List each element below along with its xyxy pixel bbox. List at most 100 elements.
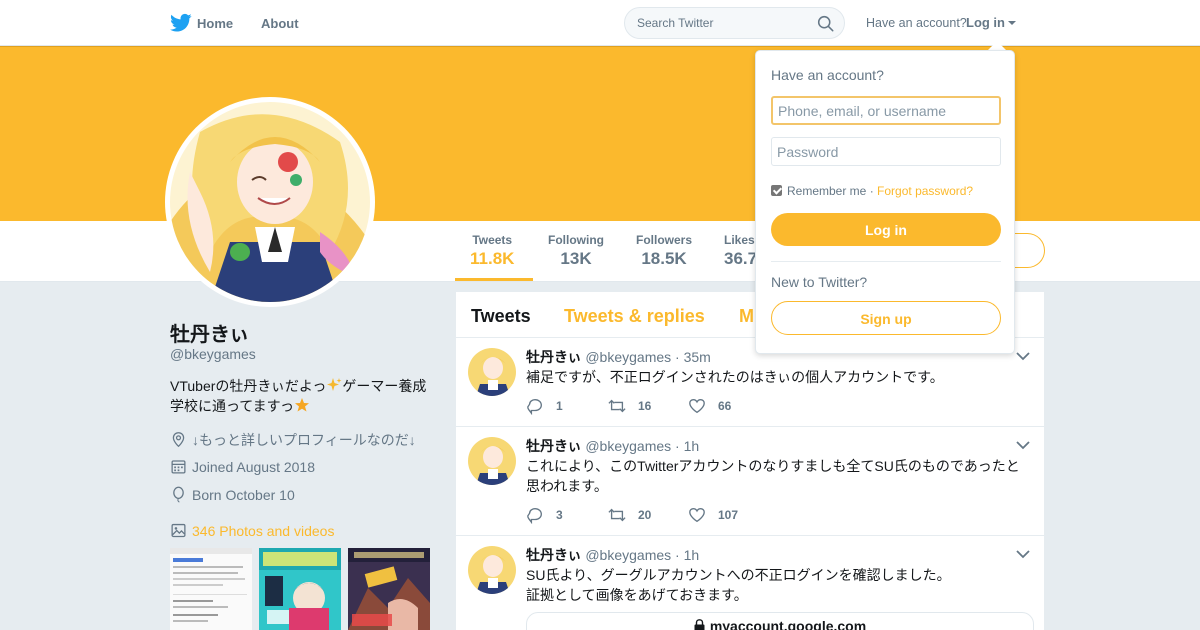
- tweet-separator: ·: [675, 438, 680, 454]
- avatar-image: [170, 102, 370, 302]
- tweet-timestamp[interactable]: 1h: [684, 547, 700, 563]
- tweet-author-handle[interactable]: @bkeygames: [585, 349, 671, 365]
- reply-action[interactable]: 3: [526, 506, 563, 525]
- link-domain: myaccount.google.com: [709, 618, 867, 630]
- tweet-avatar[interactable]: [468, 437, 516, 485]
- reply-icon: [527, 399, 542, 416]
- profile-avatar[interactable]: [165, 97, 375, 307]
- tweet-author-handle[interactable]: @bkeygames: [585, 438, 671, 454]
- stat-label: Following: [548, 233, 604, 247]
- tweet-text: SU氏より、グーグルアカウントへの不正ログインを確認しました。 証拠として画像を…: [526, 565, 1031, 605]
- tweet-header: 牡丹きぃ @bkeygames · 35m: [526, 347, 711, 367]
- reply-count: 1: [556, 399, 563, 413]
- chevron-down-icon[interactable]: [1016, 549, 1030, 559]
- have-account-text: Have an account?: [866, 16, 967, 30]
- link-preview-card[interactable]: myaccount.google.com: [526, 612, 1034, 630]
- chevron-down-icon[interactable]: [1016, 440, 1030, 450]
- stat-label: Tweets: [472, 233, 513, 247]
- search-box[interactable]: Search Twitter: [624, 7, 845, 39]
- nav-home-link[interactable]: Home: [197, 16, 233, 31]
- tweet-text-line: 証拠として画像をあげておきます。: [526, 587, 748, 603]
- divider: [771, 261, 1001, 262]
- tweet-avatar-image: [468, 546, 516, 594]
- tweet[interactable]: 牡丹きぃ @bkeygames · 1h SU氏より、グーグルアカウントへの不正…: [456, 536, 1044, 630]
- like-count: 107: [718, 508, 739, 522]
- reply-icon: [527, 508, 542, 525]
- tweet-author-handle[interactable]: @bkeygames: [585, 547, 671, 563]
- login-dropdown: Have an account? Remember me · Forgot pa…: [755, 50, 1015, 354]
- password-field[interactable]: [771, 137, 1001, 166]
- stat-followers[interactable]: Followers 18.5K: [636, 233, 692, 269]
- search-placeholder[interactable]: Search Twitter: [637, 16, 713, 30]
- chevron-down-icon[interactable]: [1016, 351, 1030, 361]
- tweet-timestamp[interactable]: 35m: [684, 349, 711, 365]
- profile-born: Born October 10: [170, 486, 295, 503]
- photo-thumbnail[interactable]: [259, 548, 341, 630]
- thumbnail-image: [170, 548, 252, 630]
- remember-checkbox[interactable]: [771, 185, 782, 196]
- sparkles-emoji-icon: [327, 378, 342, 391]
- tab-tweets[interactable]: Tweets: [471, 306, 531, 327]
- tweet-header: 牡丹きぃ @bkeygames · 1h: [526, 545, 699, 565]
- reply-count: 3: [556, 508, 563, 522]
- retweet-action[interactable]: 16: [608, 397, 651, 415]
- photos-link-text: 346 Photos and videos: [192, 523, 335, 539]
- like-action[interactable]: 107: [688, 506, 738, 524]
- tweet-avatar-image: [468, 348, 516, 396]
- twitter-bird-icon[interactable]: [170, 13, 192, 33]
- profile-name: 牡丹きぃ: [170, 324, 250, 346]
- profile-location: ↓もっと詳しいプロフィールなのだ↓: [170, 430, 416, 450]
- tweet-separator: ·: [675, 547, 680, 563]
- photo-thumbnail[interactable]: [170, 548, 252, 630]
- tweet-author-name[interactable]: 牡丹きぃ: [526, 438, 581, 454]
- tweet[interactable]: 牡丹きぃ @bkeygames · 1h これにより、このTwitterアカウン…: [456, 427, 1044, 536]
- like-count: 66: [718, 399, 732, 413]
- top-nav: Home About Search Twitter Have an accoun…: [0, 0, 1200, 46]
- stat-value: 18.5K: [641, 249, 687, 268]
- tweet-author-name[interactable]: 牡丹きぃ: [526, 547, 581, 563]
- signup-button[interactable]: Sign up: [771, 301, 1001, 335]
- heart-icon: [689, 399, 705, 414]
- chevron-down-icon[interactable]: [1008, 21, 1016, 25]
- location-text: ↓もっと詳しいプロフィールなのだ↓: [192, 432, 416, 448]
- profile-joined: Joined August 2018: [170, 458, 315, 475]
- retweet-count: 20: [638, 508, 652, 522]
- separator-dot: ·: [869, 184, 874, 198]
- balloon-icon: [173, 486, 184, 503]
- login-menu-link[interactable]: Log in: [966, 15, 1005, 30]
- profile-handle[interactable]: @bkeygames: [170, 346, 256, 362]
- tab-tweets-replies[interactable]: Tweets & replies: [564, 306, 705, 327]
- username-field[interactable]: [771, 96, 1001, 125]
- location-pin-icon: [172, 432, 185, 448]
- active-stat-underline: [455, 278, 533, 281]
- retweet-count: 16: [638, 399, 652, 413]
- photos-videos-link[interactable]: 346 Photos and videos: [170, 522, 334, 539]
- tweet-avatar[interactable]: [468, 348, 516, 396]
- tweet-text-line: SU氏より、グーグルアカウントへの不正ログインを確認しました。: [526, 567, 951, 583]
- nav-about-link[interactable]: About: [261, 16, 299, 31]
- like-action[interactable]: 66: [688, 397, 731, 415]
- tab-media[interactable]: M: [739, 306, 754, 327]
- dropdown-arrow: [988, 41, 1006, 50]
- stat-following[interactable]: Following 13K: [548, 233, 604, 269]
- dropdown-title: Have an account?: [771, 67, 884, 83]
- tweet-text: これにより、このTwitterアカウントのなりすましも全てSU氏のものであったと…: [526, 458, 1020, 494]
- tweet-avatar[interactable]: [468, 546, 516, 594]
- photo-thumbnail[interactable]: [348, 548, 430, 630]
- stat-tweets[interactable]: Tweets 11.8K: [470, 233, 514, 269]
- profile-bio: VTuberの牡丹きぃだよっ ゲーマー養成学校に通ってますっ: [170, 376, 430, 416]
- photo-icon: [171, 523, 186, 538]
- retweet-icon: [608, 399, 626, 413]
- login-button[interactable]: Log in: [771, 213, 1001, 246]
- tweet-timestamp[interactable]: 1h: [684, 438, 700, 454]
- search-icon[interactable]: [817, 15, 834, 32]
- forgot-password-link[interactable]: Forgot password?: [877, 184, 973, 198]
- tweet-author-name[interactable]: 牡丹きぃ: [526, 349, 581, 365]
- remember-label[interactable]: Remember me: [787, 184, 866, 198]
- star-emoji-icon: [295, 398, 310, 412]
- tweet-text: 補足ですが、不正ログインされたのはきぃの個人アカウントです。: [526, 369, 944, 385]
- born-text: Born October 10: [192, 487, 295, 503]
- retweet-action[interactable]: 20: [608, 506, 651, 524]
- tweet-separator: ·: [675, 349, 680, 365]
- reply-action[interactable]: 1: [526, 397, 563, 416]
